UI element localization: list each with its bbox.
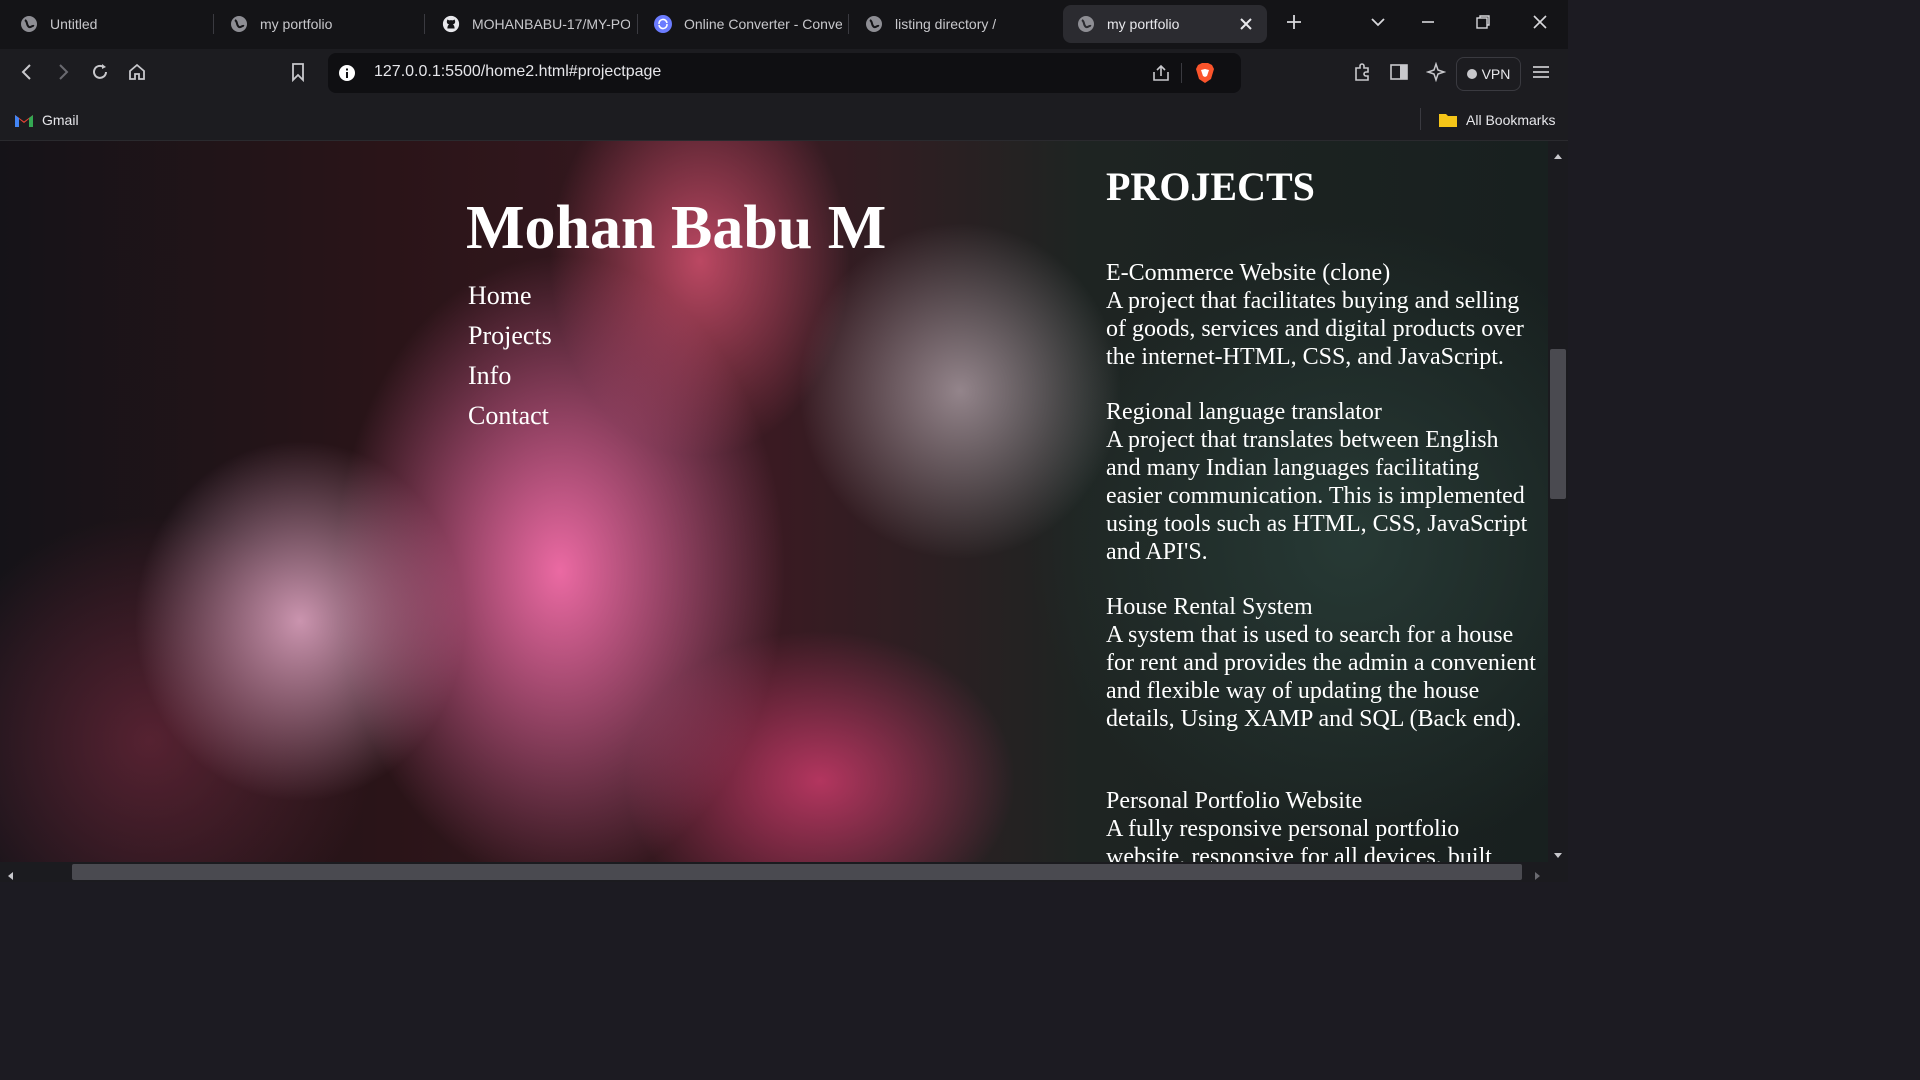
tab-list-button[interactable] [1360, 8, 1396, 40]
page-content: Mohan Babu M Home Projects Info Contact … [0, 141, 1548, 862]
arrow-right-icon [54, 63, 72, 86]
bookmark-label: Gmail [42, 112, 79, 128]
scroll-right-icon[interactable] [1534, 868, 1542, 886]
vertical-scrollbar[interactable] [1548, 141, 1568, 862]
restore-icon [1475, 14, 1491, 35]
hamburger-menu-icon [1531, 62, 1551, 87]
globe-icon [20, 15, 38, 33]
back-button[interactable] [11, 58, 43, 90]
close-window-button[interactable] [1522, 8, 1558, 40]
minimize-icon [1420, 14, 1436, 35]
tab-github[interactable]: MOHANBABU-17/MY-PO [430, 5, 630, 43]
plus-icon [1285, 13, 1303, 36]
bookmark-gmail[interactable]: Gmail [14, 109, 79, 131]
close-tab-icon[interactable] [1237, 15, 1255, 33]
all-bookmarks-folder[interactable]: All Bookmarks [1438, 109, 1555, 131]
arrow-left-icon [18, 63, 36, 86]
github-icon [442, 15, 460, 33]
nav-info-link[interactable]: Info [468, 361, 511, 391]
tab-online-converter[interactable]: Online Converter - Conve [642, 5, 842, 43]
gmail-icon [14, 112, 34, 128]
leo-ai-button[interactable] [1420, 58, 1452, 90]
tab-my-portfolio-active[interactable]: my portfolio [1063, 5, 1267, 43]
tab-divider [637, 14, 638, 34]
project-title: E-Commerce Website (clone) [1106, 260, 1391, 286]
bookmark-button[interactable] [282, 58, 314, 90]
project-item: Personal Portfolio Website A fully respo… [1106, 787, 1538, 862]
minimize-button[interactable] [1410, 8, 1446, 40]
horizontal-scroll-thumb[interactable] [72, 864, 1522, 880]
project-title: Regional language translator [1106, 399, 1382, 425]
brave-shields-icon[interactable] [1194, 61, 1216, 85]
globe-icon [1077, 15, 1095, 33]
tab-title: my portfolio [1107, 16, 1180, 32]
vpn-label: VPN [1481, 66, 1511, 82]
tab-title: listing directory / [895, 16, 997, 32]
tab-title: my portfolio [260, 16, 333, 32]
home-icon [127, 62, 147, 87]
close-icon [1532, 14, 1548, 35]
forward-button[interactable] [47, 58, 79, 90]
divider [1181, 63, 1182, 83]
reload-icon [90, 62, 110, 87]
vpn-button[interactable]: VPN [1456, 57, 1521, 91]
bookmark-label: All Bookmarks [1466, 112, 1556, 128]
puzzle-icon [1352, 62, 1372, 87]
tab-untitled[interactable]: Untitled [8, 5, 208, 43]
vertical-scroll-thumb[interactable] [1550, 349, 1566, 499]
scroll-left-icon[interactable] [6, 868, 14, 886]
project-item: House Rental System A system that is use… [1106, 593, 1538, 733]
tab-title: Untitled [50, 16, 98, 32]
scroll-up-icon[interactable] [1553, 147, 1563, 165]
navigation-toolbar: 127.0.0.1:5500/home2.html#projectpage VP… [0, 49, 1568, 99]
nav-contact-link[interactable]: Contact [468, 401, 549, 431]
site-title: Mohan Babu M [466, 194, 887, 262]
bookmark-icon [289, 62, 307, 87]
vpn-status-icon [1466, 69, 1477, 79]
sparkle-icon [1425, 61, 1447, 87]
project-description: A project that facilitates buying and se… [1106, 288, 1524, 370]
project-item: E-Commerce Website (clone) A project tha… [1106, 259, 1538, 371]
globe-icon [865, 15, 883, 33]
project-title: Personal Portfolio Website [1106, 788, 1363, 814]
browser-chrome: Untitled my portfolio MOHANBABU-17/MY-PO… [0, 0, 1568, 141]
sidebar-icon [1389, 62, 1409, 87]
site-info-icon[interactable] [338, 64, 356, 82]
tab-divider [213, 14, 214, 34]
folder-icon [1438, 112, 1458, 128]
tab-title: MOHANBABU-17/MY-PO [472, 16, 630, 32]
project-description: A system that is used to search for a ho… [1106, 622, 1536, 732]
tab-title: Online Converter - Conve [684, 16, 842, 32]
tab-divider [848, 14, 849, 34]
converter-icon [654, 15, 672, 33]
share-icon[interactable] [1151, 63, 1171, 83]
globe-icon [230, 15, 248, 33]
url-text[interactable]: 127.0.0.1:5500/home2.html#projectpage [374, 63, 661, 81]
project-description: A project that translates between Englis… [1106, 427, 1528, 565]
menu-button[interactable] [1525, 58, 1557, 90]
tab-listing-directory[interactable]: listing directory / [853, 5, 1053, 43]
tab-my-portfolio[interactable]: my portfolio [218, 5, 418, 43]
new-tab-button[interactable] [1276, 8, 1312, 40]
address-bar[interactable]: 127.0.0.1:5500/home2.html#projectpage [328, 53, 1241, 93]
tab-bar: Untitled my portfolio MOHANBABU-17/MY-PO… [0, 0, 1568, 49]
nav-home-link[interactable]: Home [468, 281, 532, 311]
extensions-button[interactable] [1346, 58, 1378, 90]
reload-button[interactable] [84, 58, 116, 90]
sidebar-button[interactable] [1383, 58, 1415, 90]
nav-projects-link[interactable]: Projects [468, 321, 552, 351]
restore-button[interactable] [1465, 8, 1501, 40]
tab-divider [424, 14, 425, 34]
project-title: House Rental System [1106, 594, 1313, 620]
projects-heading: PROJECTS [1106, 164, 1315, 209]
bookmarks-bar: Gmail All Bookmarks [0, 99, 1568, 141]
project-description: A fully responsive personal portfolio we… [1106, 816, 1492, 862]
divider [1420, 108, 1421, 130]
home-button[interactable] [121, 58, 153, 90]
project-item: Regional language translator A project t… [1106, 398, 1538, 566]
chevron-down-icon [1370, 14, 1386, 35]
